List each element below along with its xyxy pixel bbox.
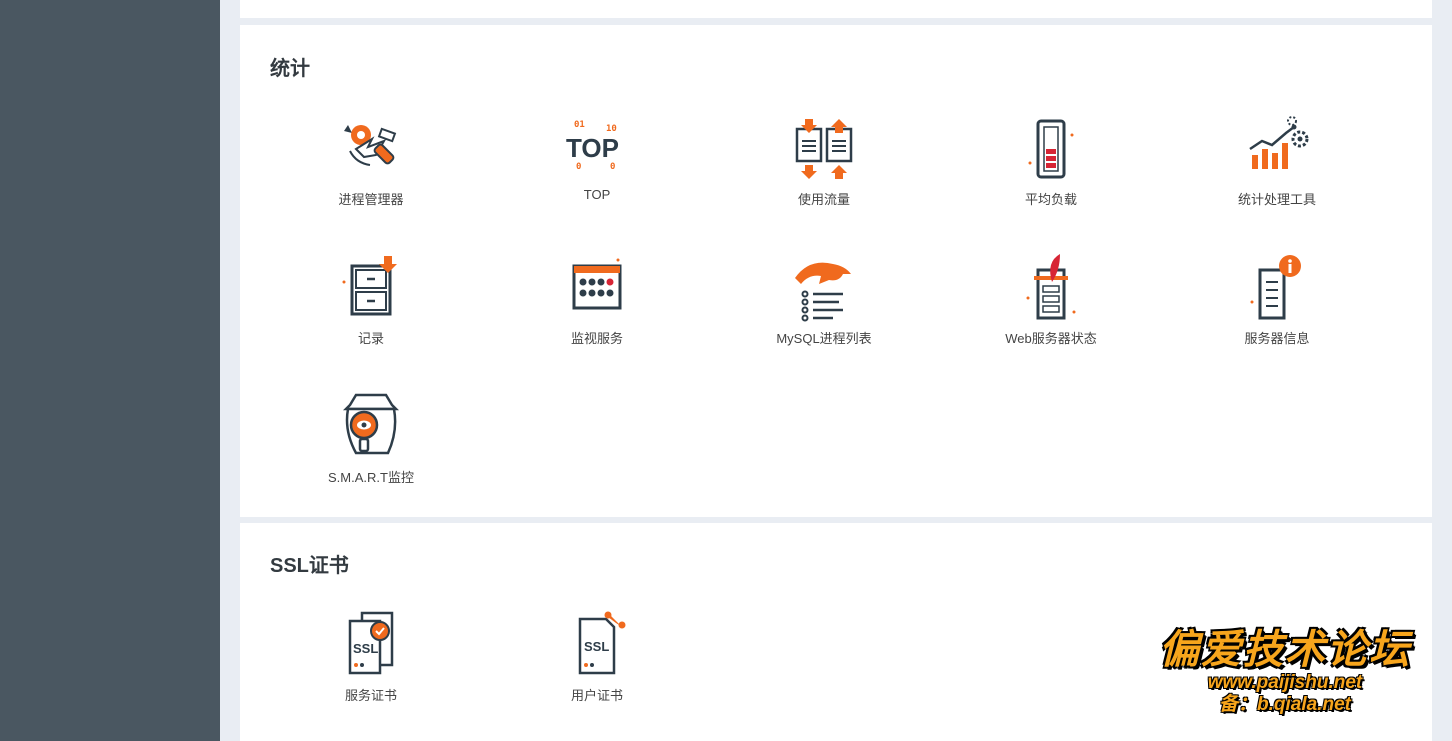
tool-service-certificate[interactable]: SSL 服务证书: [271, 609, 471, 704]
process-manager-icon: [344, 125, 397, 166]
tool-label: 统计处理工具: [1237, 192, 1316, 207]
tool-label: 记录: [357, 331, 384, 346]
svg-text:0: 0: [610, 162, 615, 172]
tool-stats-processing[interactable]: 统计处理工具: [1177, 113, 1377, 208]
server-info-icon: [1250, 255, 1301, 320]
stats-tool-icon: [1249, 116, 1309, 169]
stats-panel: 统计 进程管理器 01 10 TOP 0 0 TOP 使用流量 平均负载 统计处…: [240, 25, 1432, 517]
log-cabinet-icon: [342, 256, 397, 316]
web-server-status-icon: [1026, 254, 1076, 320]
svg-text:0: 0: [576, 162, 581, 172]
svg-text:SSL: SSL: [353, 641, 378, 656]
tool-label: 用户证书: [570, 688, 623, 703]
monitor-service-icon: [572, 258, 622, 310]
tool-label: S.M.A.R.T监控: [328, 470, 414, 485]
watermark: 偏爱技术论坛 www.paijishu.net 备：b.qiala.net: [1140, 628, 1430, 716]
svg-text:TOP: TOP: [566, 133, 619, 163]
traffic-icon: [795, 119, 853, 179]
tool-label: 进程管理器: [338, 192, 404, 207]
tool-smart-monitor[interactable]: S.M.A.R.T监控: [271, 391, 471, 486]
watermark-url: www.paijishu.net: [1207, 672, 1363, 693]
service-certificate-icon: SSL: [348, 611, 394, 675]
tool-label: 使用流量: [797, 192, 850, 207]
load-average-icon: [1028, 119, 1074, 179]
watermark-title: 偏爱技术论坛: [1159, 628, 1411, 672]
tool-process-manager[interactable]: 进程管理器: [271, 113, 471, 208]
tool-server-info[interactable]: 服务器信息: [1177, 252, 1377, 347]
svg-text:SSL: SSL: [584, 639, 609, 654]
tool-load-average[interactable]: 平均负载: [951, 113, 1151, 208]
tool-traffic[interactable]: 使用流量: [724, 113, 924, 208]
stats-section-title: 统计: [270, 58, 310, 80]
tool-label: TOP: [583, 187, 611, 202]
tool-label: 服务证书: [344, 688, 397, 703]
tool-web-server-status[interactable]: Web服务器状态: [951, 252, 1151, 347]
ssl-section-title: SSL证书: [270, 555, 349, 577]
tool-user-certificate[interactable]: SSL 用户证书: [497, 609, 697, 704]
user-certificate-icon: SSL: [578, 611, 626, 675]
previous-panel: [240, 0, 1432, 18]
tool-label: 服务器信息: [1244, 331, 1310, 346]
tool-label: 监视服务: [570, 331, 623, 346]
tool-monitor-service[interactable]: 监视服务: [497, 252, 697, 347]
watermark-subtitle: 备：b.qiala.net: [1219, 694, 1351, 715]
mysql-dolphin-icon: [795, 262, 851, 322]
tool-label: MySQL进程列表: [776, 331, 872, 346]
tool-mysql-process[interactable]: MySQL进程列表: [724, 252, 924, 347]
tool-log[interactable]: 记录: [271, 252, 471, 347]
tool-label: Web服务器状态: [1005, 331, 1097, 346]
sidebar: [0, 0, 220, 741]
top-icon: 01 10 TOP 0 0: [566, 120, 619, 172]
tool-label: 平均负载: [1024, 192, 1077, 207]
svg-text:01: 01: [574, 120, 585, 130]
tool-top[interactable]: 01 10 TOP 0 0 TOP: [497, 113, 697, 202]
smart-monitor-icon: [342, 393, 400, 455]
